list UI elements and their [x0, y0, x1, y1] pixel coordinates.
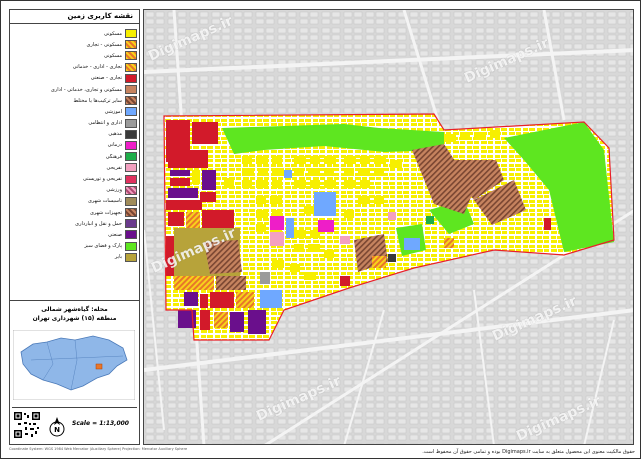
- legend-label: تجاری - صنعتی: [90, 75, 122, 82]
- legend-footer: N Scale = 1:13,000: [12, 407, 137, 442]
- coordinate-system-note: Coordinate System: WGS 1984 Web Mercator…: [9, 447, 188, 451]
- legend-item: مسکونی و تجاری، خدماتی - اداری: [13, 84, 137, 95]
- legend-title: نقشه کاربری زمین: [10, 12, 139, 24]
- legend-item: اداری و انتظامی: [13, 118, 137, 129]
- legend-label: تفریحی: [106, 164, 122, 171]
- legend-item: مسکونی: [13, 28, 137, 39]
- legend-swatch: [125, 163, 137, 173]
- legend-item: بایر: [13, 252, 137, 263]
- legend-swatch: [125, 118, 137, 128]
- legend-swatch: [125, 85, 137, 95]
- legend-label: مسکونی و تجاری، خدماتی - اداری: [50, 86, 122, 93]
- legend-swatch: [125, 140, 137, 150]
- legend-label: مسکونی: [103, 52, 122, 59]
- legend-label: پارک و فضای سبز: [84, 243, 122, 250]
- qr-code-icon: [13, 411, 41, 439]
- legend-label: مسکونی - تجاری: [86, 41, 123, 48]
- legend-item: تجاری - اداری - خدماتی: [13, 62, 137, 73]
- legend-swatch: [125, 51, 137, 61]
- legend-swatch: [125, 174, 137, 184]
- legend-swatch: [125, 196, 137, 206]
- locality-name: محله: گیاه‌شهر شمالی: [41, 306, 108, 313]
- legend-label: سایر ترکیب‌ها یا مختلط: [73, 97, 122, 104]
- legend-item: تجهیزات شهری: [13, 207, 137, 218]
- legend-item: حمل و نقل و انبارداری: [13, 218, 137, 229]
- legend-item: ورزشی: [13, 185, 137, 196]
- legend-item: تفریحی: [13, 162, 137, 173]
- legend-item: سایر ترکیب‌ها یا مختلط: [13, 95, 137, 106]
- legend-item: درمانی: [13, 140, 137, 151]
- legend-item: مسکونی - تجاری: [13, 39, 137, 50]
- legend-label: بایر: [114, 254, 122, 261]
- locality-block: محله: گیاه‌شهر شمالی منطقه (۱۵) شهرداری …: [10, 300, 139, 323]
- legend-label: تفریحی و توریستی: [83, 176, 122, 183]
- scale-label: Scale = 1:13,000: [72, 420, 129, 427]
- legend-label: تاسیسات شهری: [87, 198, 122, 205]
- legend-label: تجهیزات شهری: [89, 209, 122, 216]
- legend-label: فرهنگی: [105, 153, 122, 160]
- legend-swatch: [125, 230, 137, 240]
- land-use-map: [144, 10, 633, 444]
- district-name: منطقه (۱۵) شهرداری تهران: [32, 315, 117, 322]
- legend-item: تفریحی و توریستی: [13, 173, 137, 184]
- legend-label: حمل و نقل و انبارداری: [75, 220, 122, 227]
- legend-swatch: [125, 73, 137, 83]
- north-arrow-icon: N: [49, 417, 65, 437]
- locator-inset-map: [13, 330, 135, 400]
- legend-label: درمانی: [107, 142, 122, 149]
- legend-label: آموزشی: [104, 108, 122, 115]
- legend-swatch: [125, 62, 137, 72]
- legend-swatch: [125, 29, 137, 39]
- map-canvas[interactable]: Digimaps.ir Digimaps.ir Digimaps.ir Digi…: [143, 9, 634, 445]
- copyright-note: حقوق مالکیت معنوی این محصول متعلق به سای…: [422, 449, 635, 455]
- legend-item: تاسیسات شهری: [13, 196, 137, 207]
- legend-item: تجاری - صنعتی: [13, 73, 137, 84]
- legend-item: فرهنگی: [13, 151, 137, 162]
- legend-swatch: [125, 152, 137, 162]
- legend-swatch: [125, 96, 137, 106]
- legend-swatch: [125, 208, 137, 218]
- legend-label: مسکونی: [103, 30, 122, 37]
- legend-item: پارک و فضای سبز: [13, 241, 137, 252]
- legend-swatch: [125, 252, 137, 262]
- legend-label: ورزشی: [106, 187, 122, 194]
- legend-item: آموزشی: [13, 106, 137, 117]
- legend-item: مذهبی: [13, 129, 137, 140]
- legend-item: صنعتی: [13, 229, 137, 240]
- legend-swatch: [125, 241, 137, 251]
- legend-swatch: [125, 185, 137, 195]
- legend-panel: نقشه کاربری زمین مسکونی مسکونی - تجاری مسک…: [9, 9, 140, 445]
- legend-list: مسکونی مسکونی - تجاری مسکونی تجاری - اداری …: [13, 28, 137, 263]
- legend-label: مذهبی: [108, 131, 122, 138]
- legend-swatch: [125, 219, 137, 229]
- legend-item: مسکونی: [13, 50, 137, 61]
- legend-swatch: [125, 129, 137, 139]
- legend-label: اداری و انتظامی: [88, 120, 122, 127]
- legend-label: تجاری - اداری - خدماتی: [72, 64, 122, 71]
- legend-swatch: [125, 107, 137, 117]
- legend-label: صنعتی: [108, 231, 122, 238]
- north-label: N: [54, 426, 60, 434]
- legend-swatch: [125, 40, 137, 50]
